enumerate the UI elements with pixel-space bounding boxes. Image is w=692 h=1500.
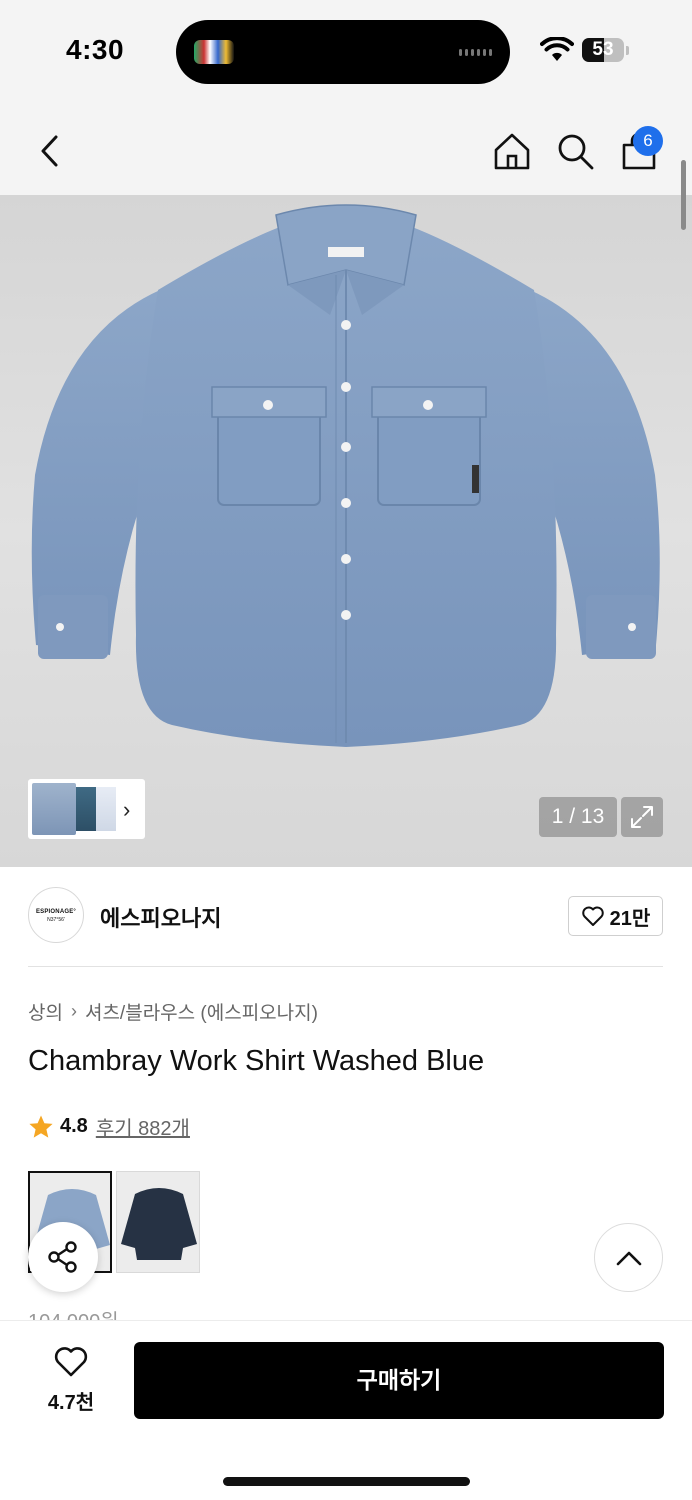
navigation-bar — [0, 105, 692, 195]
chevron-right-icon: › — [123, 797, 131, 822]
product-image-gallery[interactable]: › 1 / 13 — [0, 195, 692, 867]
heart-icon — [54, 1347, 88, 1377]
scrollbar-thumb[interactable] — [681, 160, 686, 230]
scroll-to-top-button[interactable] — [594, 1223, 663, 1292]
brand-logo-wordmark: ESPIONAGE° — [35, 909, 77, 915]
status-bar: 4:30 53 — [0, 0, 692, 105]
product-title: Chambray Work Shirt Washed Blue — [28, 1045, 485, 1077]
thumbnail-front — [32, 783, 76, 835]
image-counter: 1 / 13 — [539, 797, 617, 837]
breadcrumb-item-top[interactable]: 상의 — [28, 998, 63, 1025]
expand-button[interactable] — [621, 797, 663, 837]
section-divider — [28, 966, 663, 967]
share-button[interactable] — [28, 1222, 98, 1292]
search-button[interactable] — [553, 129, 597, 173]
status-time: 4:30 — [66, 34, 125, 65]
dynamic-island — [176, 20, 510, 84]
color-swatch-image — [117, 1172, 199, 1272]
battery-level: 53 — [592, 39, 614, 60]
breadcrumb-item-shirts[interactable]: 셔츠/블라우스 (에스피오나지) — [85, 998, 318, 1025]
brand-like-button[interactable]: 21만 — [568, 896, 663, 936]
wifi-icon — [540, 37, 574, 61]
brand-logo[interactable]: ESPIONAGE° N37°56' — [28, 887, 84, 943]
reviews-link[interactable]: 후기 882개 — [96, 1112, 190, 1141]
audio-waveform-icon — [459, 49, 492, 56]
chevron-up-icon — [616, 1251, 641, 1265]
star-icon — [29, 1115, 53, 1138]
battery-icon: 53 — [582, 38, 624, 62]
brand-like-count: 21만 — [609, 907, 651, 930]
buy-button[interactable]: 구매하기 — [134, 1342, 664, 1419]
thumbnail-light — [96, 787, 116, 831]
chevron-right-icon: › — [70, 1001, 77, 1021]
expand-icon — [631, 806, 653, 828]
cart-count-badge: 6 — [633, 126, 663, 156]
wishlist-button[interactable]: 4.7천 — [36, 1344, 106, 1416]
product-image — [31, 204, 660, 747]
home-button[interactable] — [490, 129, 534, 173]
thumbnail-strip[interactable]: › — [28, 779, 145, 839]
now-playing-artwork — [194, 40, 234, 64]
thumbnail-navy — [76, 787, 96, 831]
battery-nub — [626, 46, 629, 55]
home-indicator — [223, 1477, 470, 1486]
rating-row: 4.8 후기 882개 — [28, 1112, 190, 1141]
share-icon — [48, 1241, 77, 1273]
home-icon — [494, 133, 530, 170]
breadcrumb: 상의 › 셔츠/블라우스 (에스피오나지) — [28, 998, 318, 1025]
wishlist-count: 4.7천 — [47, 1392, 95, 1414]
brand-logo-coordinates: N37°56' — [47, 917, 65, 923]
brand-name[interactable]: 에스피오나지 — [100, 901, 221, 933]
rating-value: 4.8 — [60, 1115, 88, 1137]
search-icon — [558, 134, 594, 170]
back-button[interactable] — [28, 129, 72, 173]
color-option-navy[interactable] — [116, 1171, 200, 1273]
chevron-left-icon — [41, 135, 58, 167]
heart-icon — [581, 906, 604, 926]
